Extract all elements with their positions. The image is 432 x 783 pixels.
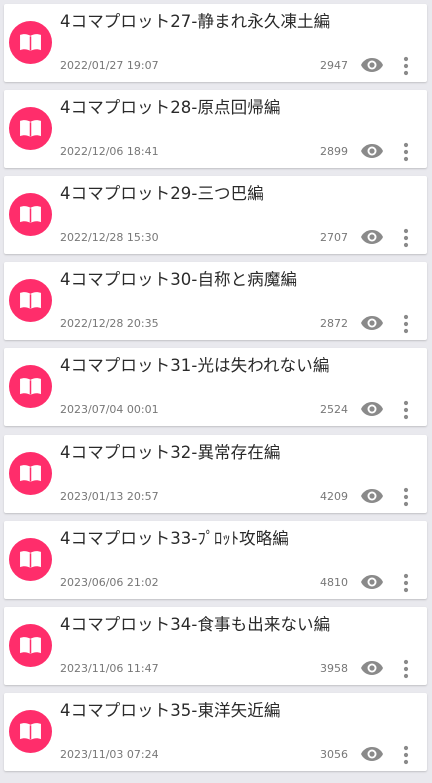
item-title: 4コマプロット27-静まれ永久凍土編 [60,12,331,31]
item-date: 2023/11/03 07:24 [60,748,159,761]
book-icon [9,279,52,322]
item-title: 4コマプロット33-ﾌﾟﾛｯﾄ攻略編 [60,529,289,548]
book-icon [9,193,52,236]
item-date: 2022/12/28 15:30 [60,231,159,244]
item-date: 2023/07/04 00:01 [60,403,159,416]
item-title: 4コマプロット28-原点回帰編 [60,98,281,117]
item-title: 4コマプロット32-異常存在編 [60,443,281,462]
eye-icon [360,56,384,74]
list-item[interactable]: 4コマプロット29-三つ巴編 2022/12/28 15:30 2707 [4,176,427,254]
post-list: 4コマプロット27-静まれ永久凍土編 2022/01/27 19:07 2947… [0,0,432,783]
more-vert-icon[interactable] [402,228,410,248]
list-item[interactable]: 4コマプロット33-ﾌﾟﾛｯﾄ攻略編 2023/06/06 21:02 4810 [4,521,427,599]
item-title: 4コマプロット31-光は失われない編 [60,356,330,375]
eye-icon [360,314,384,332]
eye-icon [360,659,384,677]
eye-icon [360,228,384,246]
view-count: 2524 [320,403,348,416]
more-vert-icon[interactable] [402,314,410,334]
list-item[interactable]: 4コマプロット27-静まれ永久凍土編 2022/01/27 19:07 2947 [4,4,427,82]
list-item[interactable]: 4コマプロット31-光は失われない編 2023/07/04 00:01 2524 [4,348,427,426]
item-title: 4コマプロット29-三つ巴編 [60,184,264,203]
more-vert-icon[interactable] [402,400,410,420]
view-count: 2899 [320,145,348,158]
more-vert-icon[interactable] [402,487,410,507]
book-icon [9,538,52,581]
view-count: 4209 [320,490,348,503]
book-icon [9,710,52,753]
more-vert-icon[interactable] [402,142,410,162]
item-date: 2023/11/06 11:47 [60,662,159,675]
list-item[interactable]: 4コマプロット34-食事も出来ない編 2023/11/06 11:47 3958 [4,607,427,685]
more-vert-icon[interactable] [402,573,410,593]
item-title: 4コマプロット30-自称と病魔編 [60,270,298,289]
book-icon [9,21,52,64]
item-date: 2023/01/13 20:57 [60,490,159,503]
view-count: 2707 [320,231,348,244]
more-vert-icon[interactable] [402,745,410,765]
list-item[interactable]: 4コマプロット30-自称と病魔編 2022/12/28 20:35 2872 [4,262,427,340]
view-count: 2947 [320,59,348,72]
item-date: 2022/01/27 19:07 [60,59,159,72]
list-item[interactable]: 4コマプロット32-異常存在編 2023/01/13 20:57 4209 [4,435,427,513]
eye-icon [360,573,384,591]
eye-icon [360,487,384,505]
eye-icon [360,142,384,160]
item-title: 4コマプロット34-食事も出来ない編 [60,615,331,634]
list-item[interactable]: 4コマプロット35-東洋矢近編 2023/11/03 07:24 3056 [4,693,427,771]
view-count: 3958 [320,662,348,675]
book-icon [9,452,52,495]
book-icon [9,624,52,667]
book-icon [9,107,52,150]
view-count: 4810 [320,576,348,589]
book-icon [9,365,52,408]
item-date: 2023/06/06 21:02 [60,576,159,589]
eye-icon [360,745,384,763]
list-item[interactable]: 4コマプロット28-原点回帰編 2022/12/06 18:41 2899 [4,90,427,168]
view-count: 2872 [320,317,348,330]
more-vert-icon[interactable] [402,659,410,679]
item-date: 2022/12/28 20:35 [60,317,159,330]
eye-icon [360,400,384,418]
item-date: 2022/12/06 18:41 [60,145,159,158]
view-count: 3056 [320,748,348,761]
item-title: 4コマプロット35-東洋矢近編 [60,701,281,720]
more-vert-icon[interactable] [402,56,410,76]
